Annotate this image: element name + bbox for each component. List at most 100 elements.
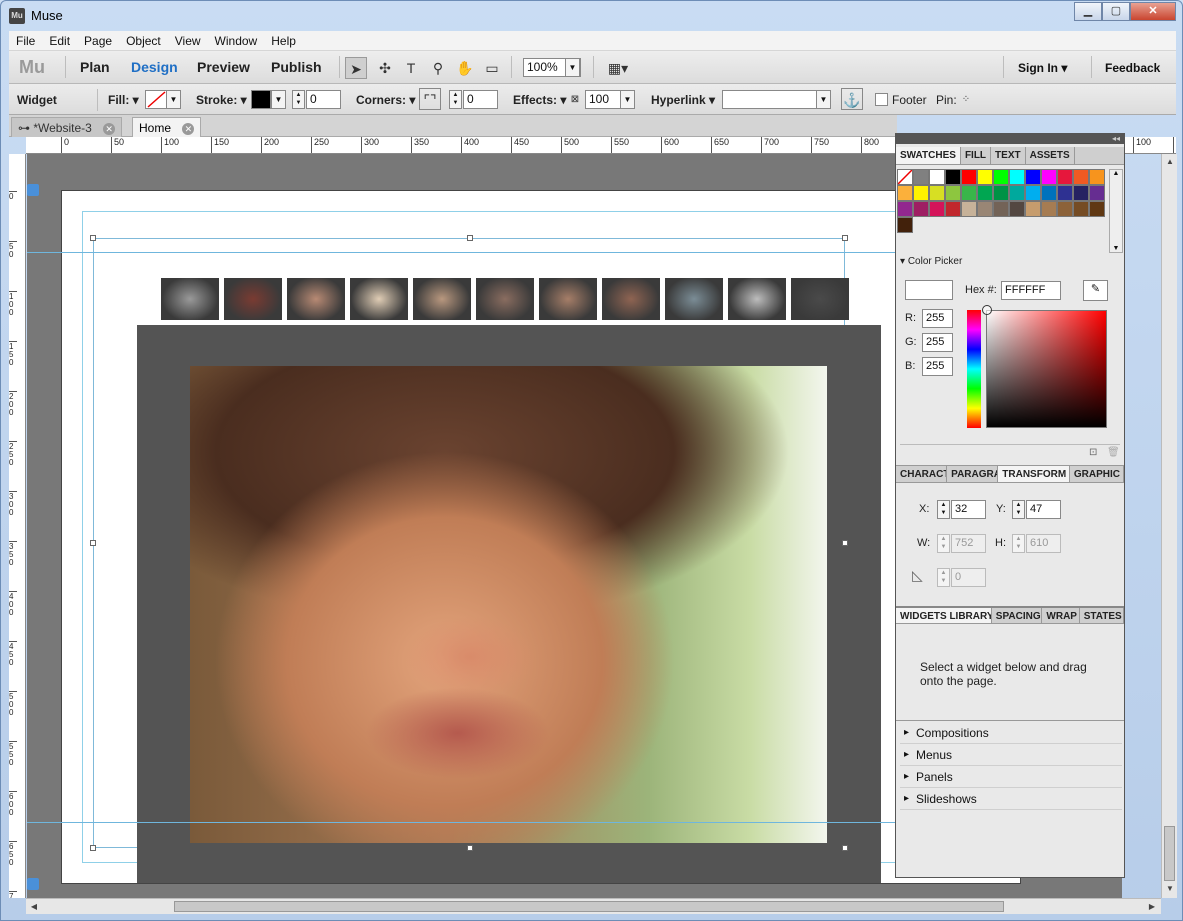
stroke-dropdown-icon[interactable]: ▼ xyxy=(271,90,286,109)
preview-page-icon[interactable]: ▦▾ xyxy=(601,57,635,79)
color-swatch[interactable] xyxy=(1009,169,1025,185)
scroll-thumb[interactable] xyxy=(174,901,1004,912)
scroll-up-icon[interactable]: ▲ xyxy=(1162,154,1178,170)
tab-character[interactable]: CHARACTE xyxy=(896,466,948,482)
color-swatch[interactable] xyxy=(977,201,993,217)
widget-category-menus[interactable]: Menus xyxy=(900,744,1122,766)
widget-category-slideshows[interactable]: Slideshows xyxy=(900,788,1122,810)
color-swatch[interactable] xyxy=(1073,169,1089,185)
color-swatch[interactable] xyxy=(897,169,913,185)
color-swatch[interactable] xyxy=(945,169,961,185)
scroll-left-icon[interactable]: ◀ xyxy=(26,899,42,915)
y-field[interactable]: 47 xyxy=(1026,500,1061,519)
color-swatch[interactable] xyxy=(1025,185,1041,201)
crop-tool-icon[interactable]: ✣ xyxy=(374,57,396,79)
y-stepper-icon[interactable]: ▲ ▼ xyxy=(1012,500,1025,519)
maximize-button[interactable]: ▢ xyxy=(1102,2,1130,21)
fill-label[interactable]: Fill: ▾ xyxy=(108,93,139,107)
resize-handle[interactable] xyxy=(90,235,96,241)
footer-checkbox[interactable] xyxy=(875,93,888,106)
color-swatch[interactable] xyxy=(977,185,993,201)
title-bar[interactable]: Mu Muse ▁ ▢ ✕ xyxy=(1,1,1182,31)
tab-text[interactable]: TEXT xyxy=(991,147,1026,164)
resize-handle[interactable] xyxy=(90,845,96,851)
tab-graphic-styles[interactable]: GRAPHIC S xyxy=(1070,466,1124,482)
eyedropper-icon[interactable]: ✎ xyxy=(1083,280,1108,301)
slideshow-frame[interactable] xyxy=(137,325,881,883)
tab-spacing[interactable]: SPACING xyxy=(992,608,1043,623)
hyperlink-field[interactable] xyxy=(722,90,817,109)
corners-icon[interactable]: ⌜⌝ xyxy=(419,88,441,110)
color-swatch[interactable] xyxy=(913,201,929,217)
tab-widgets-library[interactable]: WIDGETS LIBRARY xyxy=(896,608,992,623)
stroke-width-field[interactable]: 0 xyxy=(306,90,341,109)
pin-grid-icon[interactable]: ⁘ xyxy=(955,89,977,111)
menu-page[interactable]: Page xyxy=(77,34,119,48)
delete-swatch-icon[interactable]: 🗑 xyxy=(1107,447,1120,458)
hyperlink-label[interactable]: Hyperlink ▾ xyxy=(651,93,715,107)
tab-swatches[interactable]: SWATCHES xyxy=(896,147,961,164)
x-stepper-icon[interactable]: ▲ ▼ xyxy=(937,500,950,519)
hex-field[interactable]: FFFFFF xyxy=(1001,281,1061,300)
color-swatch[interactable] xyxy=(1025,201,1041,217)
color-swatch[interactable] xyxy=(1073,185,1089,201)
color-swatch[interactable] xyxy=(1089,185,1105,201)
color-swatch[interactable] xyxy=(913,169,929,185)
scroll-down-icon[interactable]: ▼ xyxy=(1110,245,1122,252)
color-swatch[interactable] xyxy=(1009,201,1025,217)
menu-help[interactable]: Help xyxy=(264,34,303,48)
tab-transform[interactable]: TRANSFORM xyxy=(998,466,1070,482)
color-swatch[interactable] xyxy=(1057,201,1073,217)
vertical-ruler[interactable]: 0 50 100 150 200 250 300 350 400 450 500 550 600 650 7… xyxy=(9,154,26,898)
menu-view[interactable]: View xyxy=(168,34,208,48)
tab-wrap[interactable]: WRAP xyxy=(1042,608,1080,623)
tab-website-3[interactable]: ⊶ *Website-3 ✕ xyxy=(11,117,123,137)
color-swatch[interactable] xyxy=(993,169,1009,185)
text-tool-icon[interactable]: T xyxy=(400,57,422,79)
color-swatch[interactable] xyxy=(1009,185,1025,201)
color-swatch[interactable] xyxy=(1089,201,1105,217)
page[interactable]: ▶ xyxy=(61,190,1021,884)
slideshow-thumbnail[interactable] xyxy=(224,278,282,320)
scroll-thumb[interactable] xyxy=(1164,826,1175,881)
swatch-scrollbar[interactable]: ▲ ▼ xyxy=(1109,169,1123,253)
sign-in-button[interactable]: Sign In ▾ xyxy=(1018,61,1067,75)
color-swatch[interactable] xyxy=(897,217,913,233)
color-swatch[interactable] xyxy=(1057,185,1073,201)
color-swatch[interactable] xyxy=(993,185,1009,201)
color-picker-title[interactable]: ▾ Color Picker xyxy=(900,256,962,267)
slideshow-thumbnail[interactable] xyxy=(413,278,471,320)
widget-category-panels[interactable]: Panels xyxy=(900,766,1122,788)
color-swatch[interactable] xyxy=(1041,185,1057,201)
fill-dropdown-icon[interactable]: ▼ xyxy=(166,90,181,109)
tab-close-icon[interactable]: ✕ xyxy=(182,123,195,135)
color-swatch[interactable] xyxy=(993,201,1009,217)
horizontal-scrollbar[interactable]: ◀ ▶ xyxy=(26,898,1161,914)
tab-home[interactable]: Home ✕ xyxy=(132,117,202,137)
mode-plan[interactable]: Plan xyxy=(80,59,110,75)
rectangle-tool-icon[interactable]: ▭ xyxy=(481,57,503,79)
color-swatch[interactable] xyxy=(1041,169,1057,185)
mode-preview[interactable]: Preview xyxy=(197,59,250,75)
scroll-right-icon[interactable]: ▶ xyxy=(1144,899,1160,915)
mode-publish[interactable]: Publish xyxy=(271,59,322,75)
tab-paragraph[interactable]: PARAGRAP xyxy=(947,466,999,482)
resize-handle[interactable] xyxy=(90,540,96,546)
slideshow-thumbnail[interactable] xyxy=(665,278,723,320)
saturation-brightness-field[interactable] xyxy=(986,310,1107,428)
hand-tool-icon[interactable]: ✋ xyxy=(454,57,476,79)
opacity-dropdown-icon[interactable]: ▼ xyxy=(620,90,635,109)
collapse-panel-icon[interactable]: ◂◂ xyxy=(896,134,1124,144)
fill-swatch[interactable] xyxy=(145,90,167,109)
resize-handle[interactable] xyxy=(842,540,848,546)
horizontal-ruler[interactable]: 0 50 100 150 200 250 300 350 400 450 500 550 600 650 7… xyxy=(26,137,896,154)
scroll-down-icon[interactable]: ▼ xyxy=(1162,881,1178,897)
b-field[interactable]: 255 xyxy=(922,357,953,376)
corners-stepper-icon[interactable]: ▲ ▼ xyxy=(449,90,462,109)
resize-handle[interactable] xyxy=(467,235,473,241)
color-cursor-icon[interactable] xyxy=(982,305,992,315)
scroll-up-icon[interactable]: ▲ xyxy=(1110,170,1122,177)
stroke-stepper-icon[interactable]: ▲ ▼ xyxy=(292,90,305,109)
color-swatch[interactable] xyxy=(961,185,977,201)
corners-label[interactable]: Corners: ▾ xyxy=(356,93,415,107)
